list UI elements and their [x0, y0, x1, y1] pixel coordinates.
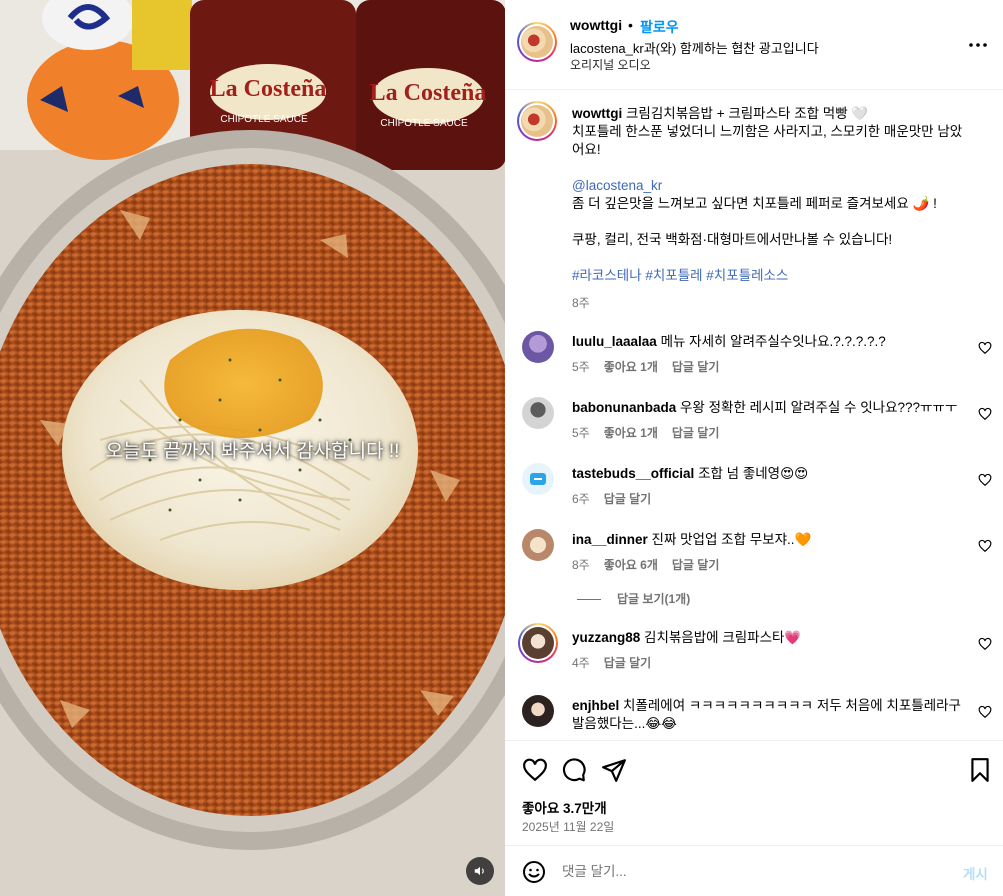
comment-age: 6주 — [572, 492, 590, 506]
caption-line-2: 치포틀레 한스푼 넣었더니 느끼함은 사라지고, 스모키한 매운맛만 남았어요! — [572, 124, 963, 157]
more-icon — [969, 43, 987, 47]
commenter-avatar[interactable] — [522, 397, 554, 429]
commenter-username[interactable]: enjhbel — [572, 698, 619, 713]
post-panel: wowttgi • 팔로우 lacostena_kr과(와) 함께하는 협찬 광… — [505, 0, 1003, 896]
emoji-icon[interactable] — [522, 860, 546, 884]
commenter-username[interactable]: luulu_laaalaa — [572, 334, 657, 349]
share-icon[interactable] — [601, 757, 627, 783]
comment-text: 우왕 정확한 레시피 알려주실 수 잇나요???ㅠㅠㅜ — [680, 400, 958, 415]
comment-text: 조합 넘 좋네영😍😍 — [698, 466, 809, 481]
commenter-avatar[interactable] — [522, 331, 554, 363]
comment-text: 치폴레에여 ㅋㅋㅋㅋㅋㅋㅋㅋㅋㅋ 저두 처음에 치포틀레라구 발음했다는...😂… — [572, 698, 961, 731]
comments-list[interactable]: wowttgi 크림김치볶음밥 + 크림파스타 조합 먹빵 🤍 치포틀레 한스푼… — [505, 91, 1003, 739]
commenter-username[interactable]: tastebuds__official — [572, 466, 694, 481]
reply-button[interactable]: 답글 달기 — [604, 656, 652, 670]
more-options-button[interactable] — [963, 30, 993, 60]
caption-line-3: 좀 더 깊은맛을 느껴보고 싶다면 치포틀레 페퍼로 즐겨보세요 🌶️ ! — [572, 196, 937, 211]
comment-text: 메뉴 자세히 알려주실수잇나요.?.?.?.?.? — [660, 334, 886, 349]
comment-age: 4주 — [572, 656, 590, 670]
follow-button[interactable]: 팔로우 — [640, 17, 679, 37]
author-username[interactable]: wowttgi — [570, 17, 622, 33]
comment-likes[interactable]: 좋아요 1개 — [604, 360, 658, 374]
heart-icon[interactable] — [978, 473, 992, 487]
author-avatar[interactable] — [517, 22, 557, 62]
svg-text:CHIPOTLE SAUCE: CHIPOTLE SAUCE — [220, 114, 308, 125]
commenter-avatar[interactable] — [522, 463, 554, 495]
heart-icon[interactable] — [978, 407, 992, 421]
comment-text: 김치볶음밥에 크림파스타💗 — [644, 630, 802, 645]
separator-dot: • — [628, 17, 633, 33]
comment-composer: 게시 — [505, 845, 1003, 896]
brand-logo-icon — [530, 473, 546, 485]
comment-icon[interactable] — [561, 757, 587, 783]
commenter-avatar[interactable] — [522, 529, 554, 561]
heart-icon[interactable] — [978, 705, 992, 719]
video-caption: 오늘도 끝까지 봐주셔서 감사합니다 !! — [105, 441, 400, 462]
post-media[interactable]: La Costeña La Costeña CHIPOTLE SAUCE CHI… — [0, 0, 505, 896]
comment-input[interactable] — [562, 859, 942, 883]
comment-age: 5주 — [572, 426, 590, 440]
audio-label[interactable]: 오리지널 오디오 — [570, 56, 651, 73]
caption-age: 8주 — [572, 296, 590, 310]
comment-age: 8주 — [572, 558, 590, 572]
post-actions: 좋아요 3.7만개 2025년 11월 22일 — [505, 740, 1003, 845]
heart-icon[interactable] — [978, 539, 992, 553]
commenter-avatar[interactable] — [518, 623, 558, 663]
comment-age: 5주 — [572, 360, 590, 374]
view-replies-label: 답글 보기(1개) — [617, 592, 691, 606]
comment-text: 진짜 맛업업 조합 무보쟈..🧡 — [651, 532, 812, 547]
commenter-username[interactable]: ina__dinner — [572, 532, 648, 547]
commenter-username[interactable]: babonunanbada — [572, 400, 676, 415]
reply-button[interactable]: 답글 달기 — [604, 492, 652, 506]
commenter-avatar[interactable] — [522, 695, 554, 727]
post-date[interactable]: 2025년 11월 22일 — [522, 818, 614, 835]
post-comment-button[interactable]: 게시 — [963, 863, 988, 883]
save-bookmark-icon[interactable] — [967, 757, 993, 783]
caption-line-1: 크림김치볶음밥 + 크림파스타 조합 먹빵 🤍 — [626, 106, 869, 121]
svg-text:La Costeña: La Costeña — [370, 80, 487, 106]
mute-button[interactable] — [466, 857, 494, 885]
replies-divider — [577, 599, 601, 601]
like-count[interactable]: 좋아요 3.7만개 — [522, 797, 607, 817]
comment-likes[interactable]: 좋아요 1개 — [604, 426, 658, 440]
heart-icon[interactable] — [978, 637, 992, 651]
post-header: wowttgi • 팔로우 lacostena_kr과(와) 함께하는 협찬 광… — [505, 0, 1003, 90]
post-caption: wowttgi 크림김치볶음밥 + 크림파스타 조합 먹빵 🤍 치포틀레 한스푼… — [572, 105, 972, 285]
view-replies-button[interactable]: 답글 보기(1개) — [577, 590, 690, 607]
reply-button[interactable]: 답글 달기 — [672, 558, 720, 572]
caption-author-avatar[interactable] — [517, 101, 557, 141]
svg-text:CHIPOTLE SAUCE: CHIPOTLE SAUCE — [380, 118, 468, 129]
commenter-username[interactable]: yuzzang88 — [572, 630, 640, 645]
sauce-brand-logo: La Costeña — [210, 76, 327, 102]
caption-line-4: 쿠팡, 컬리, 전국 백화점·대형마트에서만나볼 수 있습니다! — [572, 232, 893, 247]
caption-username[interactable]: wowttgi — [572, 106, 622, 121]
caption-hashtags[interactable]: #라코스테나 #치포틀레 #치포틀레소스 — [572, 268, 788, 283]
speaker-icon — [474, 866, 484, 876]
reply-button[interactable]: 답글 달기 — [672, 426, 720, 440]
caption-mention[interactable]: @lacostena_kr — [572, 178, 662, 193]
reply-button[interactable]: 답글 달기 — [672, 360, 720, 374]
heart-icon[interactable] — [978, 341, 992, 355]
paid-partnership-label[interactable]: lacostena_kr과(와) 함께하는 협찬 광고입니다 — [570, 38, 819, 57]
like-icon[interactable] — [522, 757, 548, 783]
comment-likes[interactable]: 좋아요 6개 — [604, 558, 658, 572]
